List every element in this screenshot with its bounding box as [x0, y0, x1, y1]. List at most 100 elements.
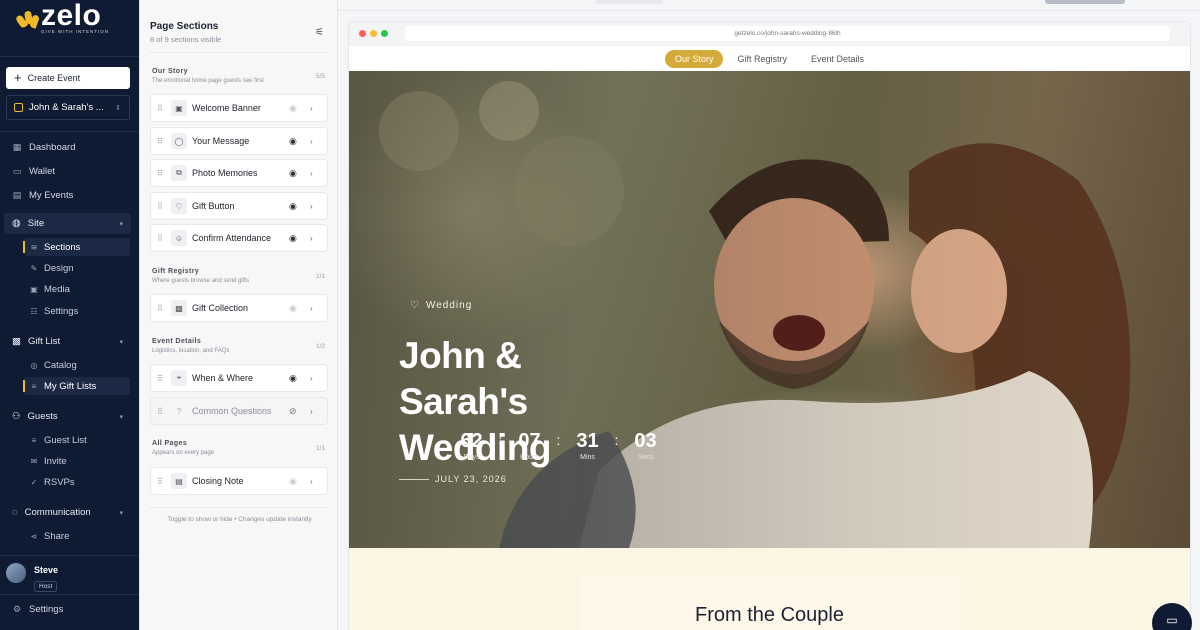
user-profile[interactable]: Steve Host	[6, 563, 58, 593]
sidebar-nav: zelo GIVE WITH INTENTION + Create Event …	[0, 0, 139, 630]
section-row-confirm-attendance[interactable]: ⠿ ☺ Confirm Attendance ◉ ›	[150, 224, 328, 252]
chevron-right-icon[interactable]: ›	[310, 234, 313, 243]
section-label: Gift Button	[192, 201, 235, 211]
nav-item-wallet[interactable]: ▭ Wallet	[12, 166, 55, 177]
chat-icon: ◌	[12, 507, 18, 518]
eye-icon[interactable]: ◉	[289, 136, 297, 147]
publish-button[interactable]	[1045, 0, 1125, 4]
eye-icon[interactable]: ◉	[289, 103, 297, 114]
drag-handle-icon[interactable]: ⠿	[157, 169, 165, 178]
sidebar-item-share[interactable]: ⋖ Share	[24, 527, 130, 545]
sidebar-item-media[interactable]: ▣ Media	[24, 280, 130, 298]
eye-icon[interactable]: ◉	[289, 233, 297, 244]
chevron-right-icon[interactable]: ›	[310, 137, 313, 146]
drag-handle-icon[interactable]: ⠿	[157, 234, 165, 243]
chevron-right-icon[interactable]: ›	[310, 407, 313, 416]
date-rule	[399, 478, 429, 480]
drag-handle-icon[interactable]: ⠿	[157, 374, 165, 383]
sub-item-label: Media	[44, 283, 70, 295]
nav-item-label: Wallet	[29, 166, 56, 177]
sidebar-item-rsvps[interactable]: ✓ RSVPs	[24, 473, 130, 491]
section-row-gift-button[interactable]: ⠿ ♡ Gift Button ◉ ›	[150, 192, 328, 220]
group-title: Event Details	[152, 338, 202, 345]
tab-our-story[interactable]: Our Story	[664, 49, 724, 68]
eye-icon[interactable]: ◉	[289, 201, 297, 212]
nav-group-guests[interactable]: ⚇ Guests ▾	[4, 406, 131, 427]
tab-event-details[interactable]: Event Details	[801, 50, 874, 68]
nav-item-my-events[interactable]: ▤ My Events	[12, 190, 74, 201]
countdown-mins: 31 Mins	[570, 430, 605, 461]
eye-icon[interactable]: ◉	[289, 168, 297, 179]
drag-handle-icon[interactable]: ⠿	[157, 477, 165, 486]
nav-group-label: Guests	[27, 411, 58, 422]
event-selector[interactable]: John & Sarah's ... ⇕	[6, 95, 130, 120]
drag-handle-icon[interactable]: ⠿	[157, 407, 165, 416]
eye-icon[interactable]: ◉	[289, 373, 297, 384]
maximize-dot-icon	[381, 30, 388, 37]
site-preview-frame: getzelo.co/john-sarahs-wedding-86lh Our …	[349, 22, 1190, 630]
tab-gift-registry[interactable]: Gift Registry	[727, 50, 797, 68]
countdown-value: 07	[518, 430, 541, 452]
couple-heading: From the Couple	[695, 604, 844, 626]
sub-item-label: RSVPs	[44, 476, 75, 488]
drag-handle-icon[interactable]: ⠿	[157, 304, 165, 313]
section-row-photo-memories[interactable]: ⠿ ⧉ Photo Memories ◉ ›	[150, 159, 328, 187]
section-row-your-message[interactable]: ⠿ ◯ Your Message ◉ ›	[150, 127, 328, 155]
sidebar-item-guest-list[interactable]: ≡ Guest List	[24, 431, 130, 449]
couple-section: From the Couple	[349, 548, 1190, 630]
sidebar-item-sections[interactable]: ≋ Sections	[23, 238, 130, 256]
gift-icon: ▩	[12, 336, 21, 347]
group-count: 1/1	[316, 273, 326, 280]
group-title: All Pages	[152, 440, 188, 447]
layers-icon: ≋	[30, 242, 38, 252]
eye-icon[interactable]: ◉	[289, 476, 297, 487]
nav-group-gift-list[interactable]: ▩ Gift List ▾	[4, 331, 131, 352]
drag-handle-icon[interactable]: ⠿	[157, 104, 165, 113]
sidebar-item-catalog[interactable]: ◎ Catalog	[24, 356, 130, 374]
section-row-closing-note[interactable]: ⠿ ▤ Closing Note ◉ ›	[150, 467, 328, 495]
gear-icon: ⚙	[12, 604, 22, 614]
section-row-welcome-banner[interactable]: ⠿ ▣ Welcome Banner ◉ ›	[150, 94, 328, 122]
chevron-right-icon[interactable]: ›	[310, 104, 313, 113]
sidebar-item-settings[interactable]: ☷ Settings	[24, 302, 130, 320]
chevron-right-icon[interactable]: ›	[310, 202, 313, 211]
sidebar-item-design[interactable]: ✎ Design	[24, 259, 130, 277]
section-label: Common Questions	[192, 406, 272, 416]
globe-icon: ◍	[12, 218, 21, 229]
drag-handle-icon[interactable]: ⠿	[157, 137, 165, 146]
eye-icon[interactable]: ◉	[289, 303, 297, 314]
calendar-icon	[14, 103, 23, 112]
nav-item-settings[interactable]: ⚙ Settings	[12, 604, 63, 615]
group-description: Logistics, location, and FAQs	[152, 348, 230, 354]
sidebar-item-invite[interactable]: ✉ Invite	[24, 452, 130, 470]
nav-group-label: Gift List	[27, 336, 61, 347]
minimize-dot-icon	[370, 30, 377, 37]
chevron-right-icon[interactable]: ›	[310, 304, 313, 313]
countdown-label: Days	[463, 454, 480, 461]
chevron-right-icon[interactable]: ›	[310, 169, 313, 178]
drag-handle-icon[interactable]: ⠿	[157, 202, 165, 211]
nav-group-site[interactable]: ◍ Site ▾	[4, 213, 131, 234]
chevron-updown-icon: ⇕	[115, 104, 121, 112]
chevron-right-icon[interactable]: ›	[310, 477, 313, 486]
toolbar-button[interactable]	[596, 0, 662, 4]
nav-item-dashboard[interactable]: ▦ Dashboard	[12, 142, 76, 153]
sub-item-label: Sections	[44, 241, 81, 253]
section-row-when-where[interactable]: ⠿ ⌖ When & Where ◉ ›	[150, 364, 328, 392]
chevron-right-icon[interactable]: ›	[310, 374, 313, 383]
create-event-button[interactable]: + Create Event	[6, 67, 130, 89]
section-row-gift-collection[interactable]: ⠿ ▩ Gift Collection ◉ ›	[150, 294, 328, 322]
sliders-icon: ☷	[30, 306, 38, 316]
nav-group-communication[interactable]: ◌ Communication ▾	[4, 502, 131, 523]
brand-name: zelo	[41, 0, 102, 32]
divider	[0, 555, 139, 556]
plus-icon: +	[14, 70, 22, 85]
sidebar-item-my-gift-lists[interactable]: ≡ My Gift Lists	[23, 377, 130, 395]
section-row-common-questions[interactable]: ⠿ ? Common Questions ⊘ ›	[150, 397, 328, 425]
countdown-separator: :	[556, 432, 561, 448]
event-selector-label: John & Sarah's ...	[29, 102, 104, 113]
url-bar[interactable]: getzelo.co/john-sarahs-wedding-86lh	[405, 26, 1170, 41]
brand-logo[interactable]: zelo GIVE WITH INTENTION	[14, 0, 109, 36]
eye-off-icon[interactable]: ⊘	[289, 406, 297, 417]
filter-icon[interactable]: ⚟	[315, 27, 324, 38]
